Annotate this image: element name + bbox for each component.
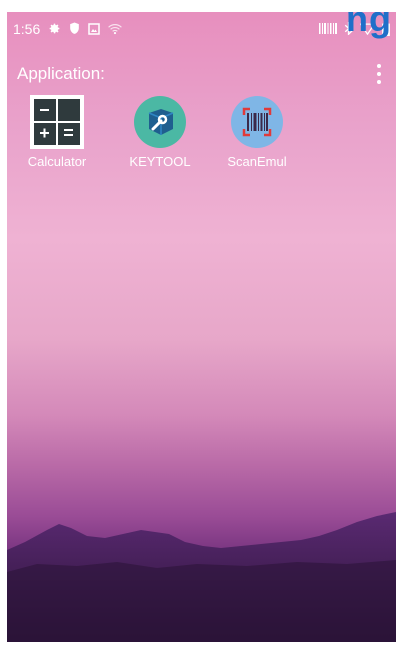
app-grid: Calculator KEYTOOL ScanEmul [7,92,396,182]
photo-icon [88,22,100,35]
gear-icon [48,22,61,35]
app-label: Calculator [27,154,87,169]
wifi-icon [108,23,123,35]
app-header: Application: [7,60,396,90]
section-label: Application: [17,64,105,83]
calculator-icon[interactable] [27,92,87,152]
app-calculator[interactable]: Calculator [7,92,107,169]
status-time: 1:56 [13,20,41,37]
app-label: ScanEmul [227,154,287,169]
shield-icon [69,22,80,35]
wallpaper-mountains [7,512,396,642]
keytool-icon[interactable] [130,92,190,152]
phone-screen: 1:56 ng Application: Calculator KEYTOOL … [7,12,396,642]
page-title-fragment: ng [276,12,396,52]
more-vert-icon[interactable] [376,64,382,84]
barcode-scan-icon[interactable] [227,92,287,152]
app-label: KEYTOOL [129,154,191,169]
app-keytool[interactable]: KEYTOOL [110,92,210,169]
app-scanemul[interactable]: ScanEmul [207,92,307,169]
page-title-text: ng [346,12,392,39]
status-bar-left: 1:56 [13,20,123,37]
